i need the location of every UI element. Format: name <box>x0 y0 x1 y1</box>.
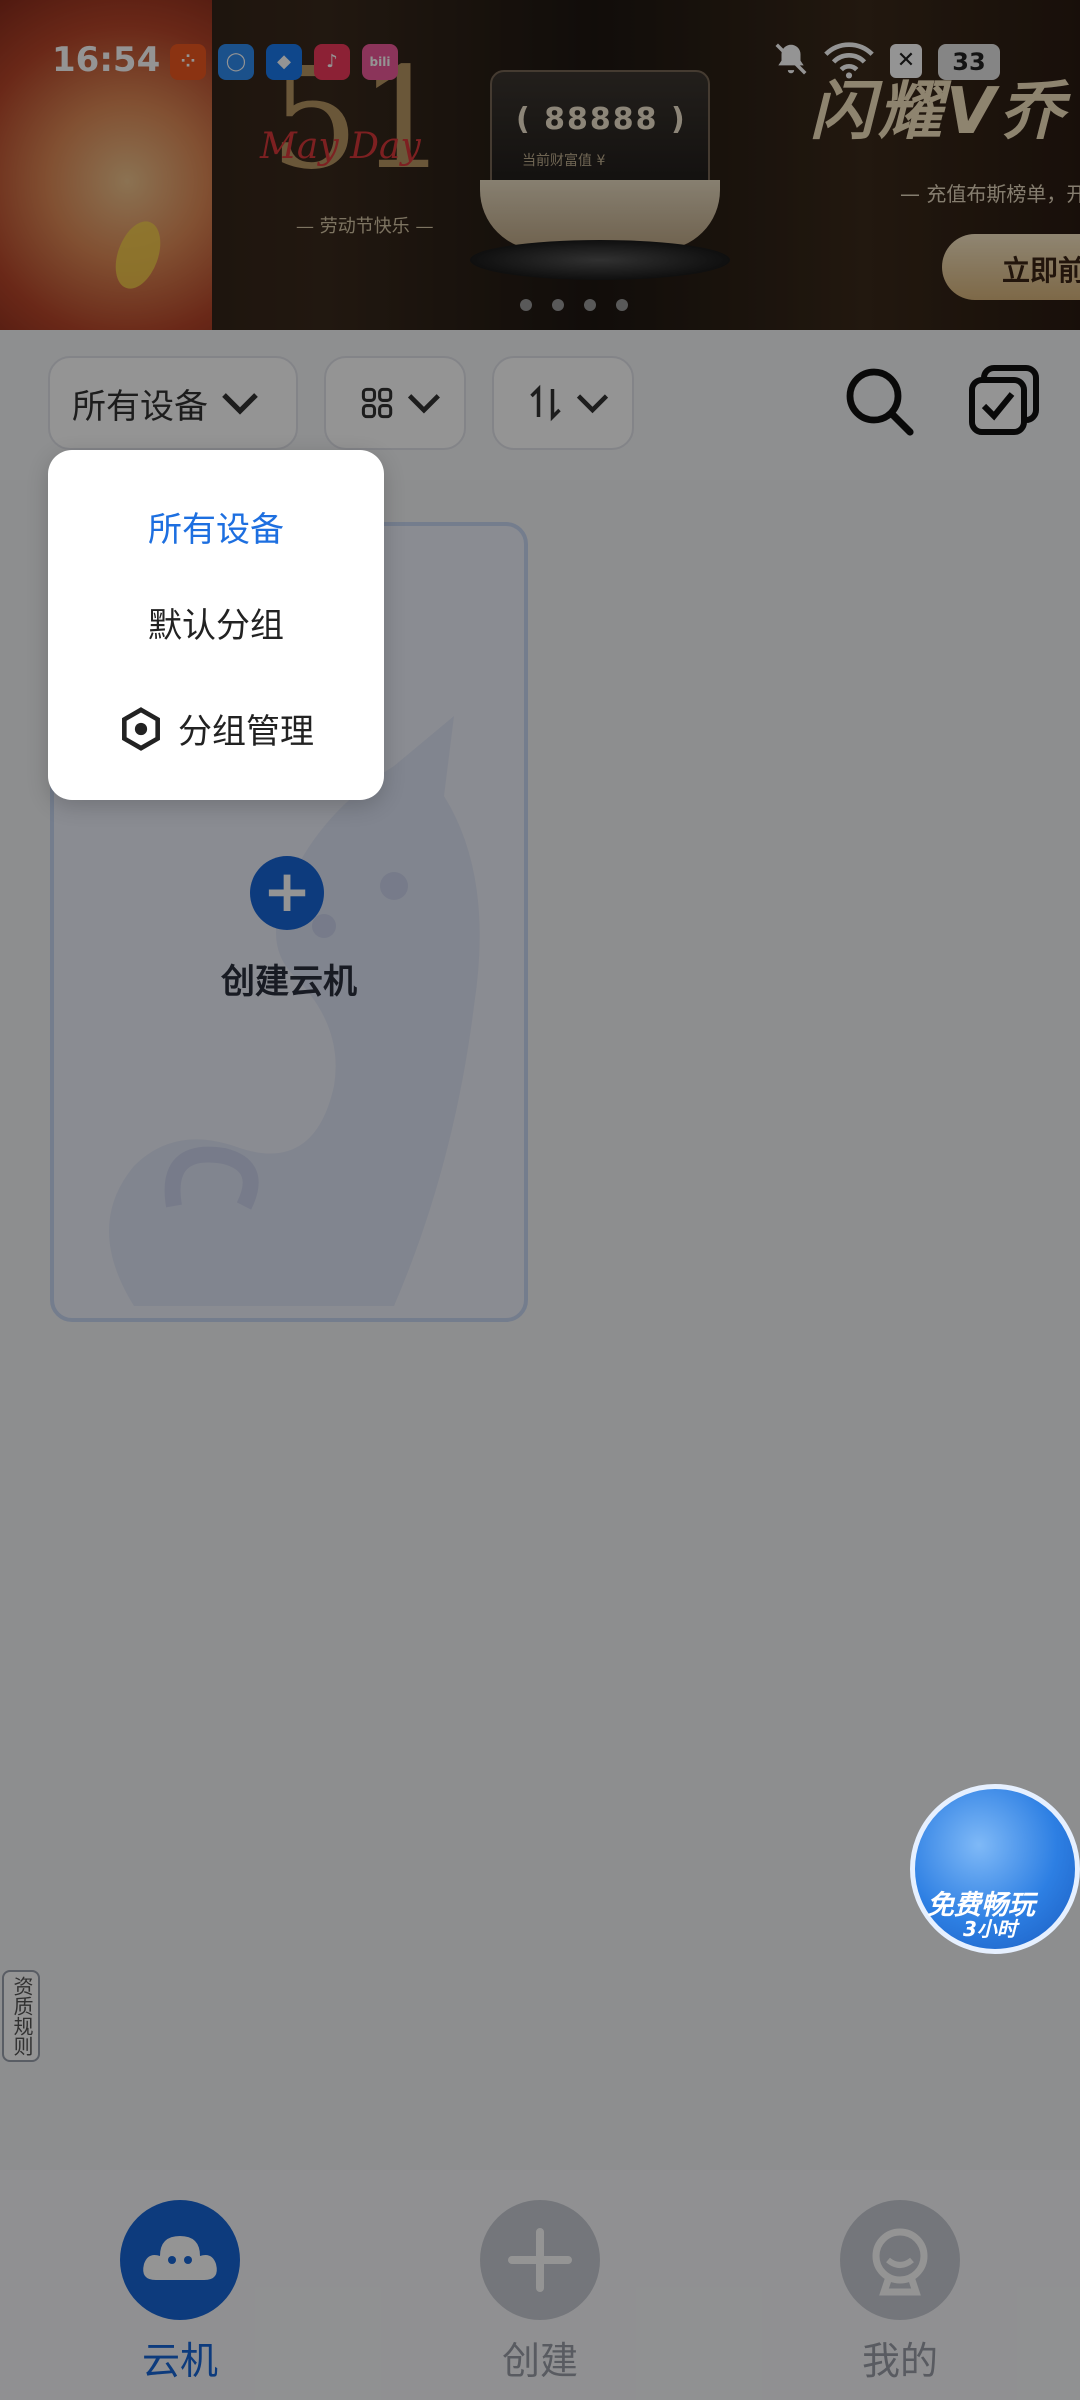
manage-groups-label: 分组管理 <box>178 712 314 752</box>
dropdown-item-default-group[interactable]: 默认分组 <box>48 598 384 647</box>
promo-line-2: 3小时 <box>963 1917 1017 1941</box>
dropdown-item-manage-groups[interactable]: 分组管理 <box>48 704 384 753</box>
dropdown-backdrop[interactable] <box>0 0 1080 2400</box>
free-play-promo-button[interactable]: 免费畅玩 3小时 <box>910 1784 1080 1954</box>
hexagon-settings-icon <box>122 706 160 751</box>
dropdown-item-all-devices[interactable]: 所有设备 <box>48 502 384 551</box>
group-dropdown-menu: 所有设备 默认分组 分组管理 <box>48 450 384 800</box>
